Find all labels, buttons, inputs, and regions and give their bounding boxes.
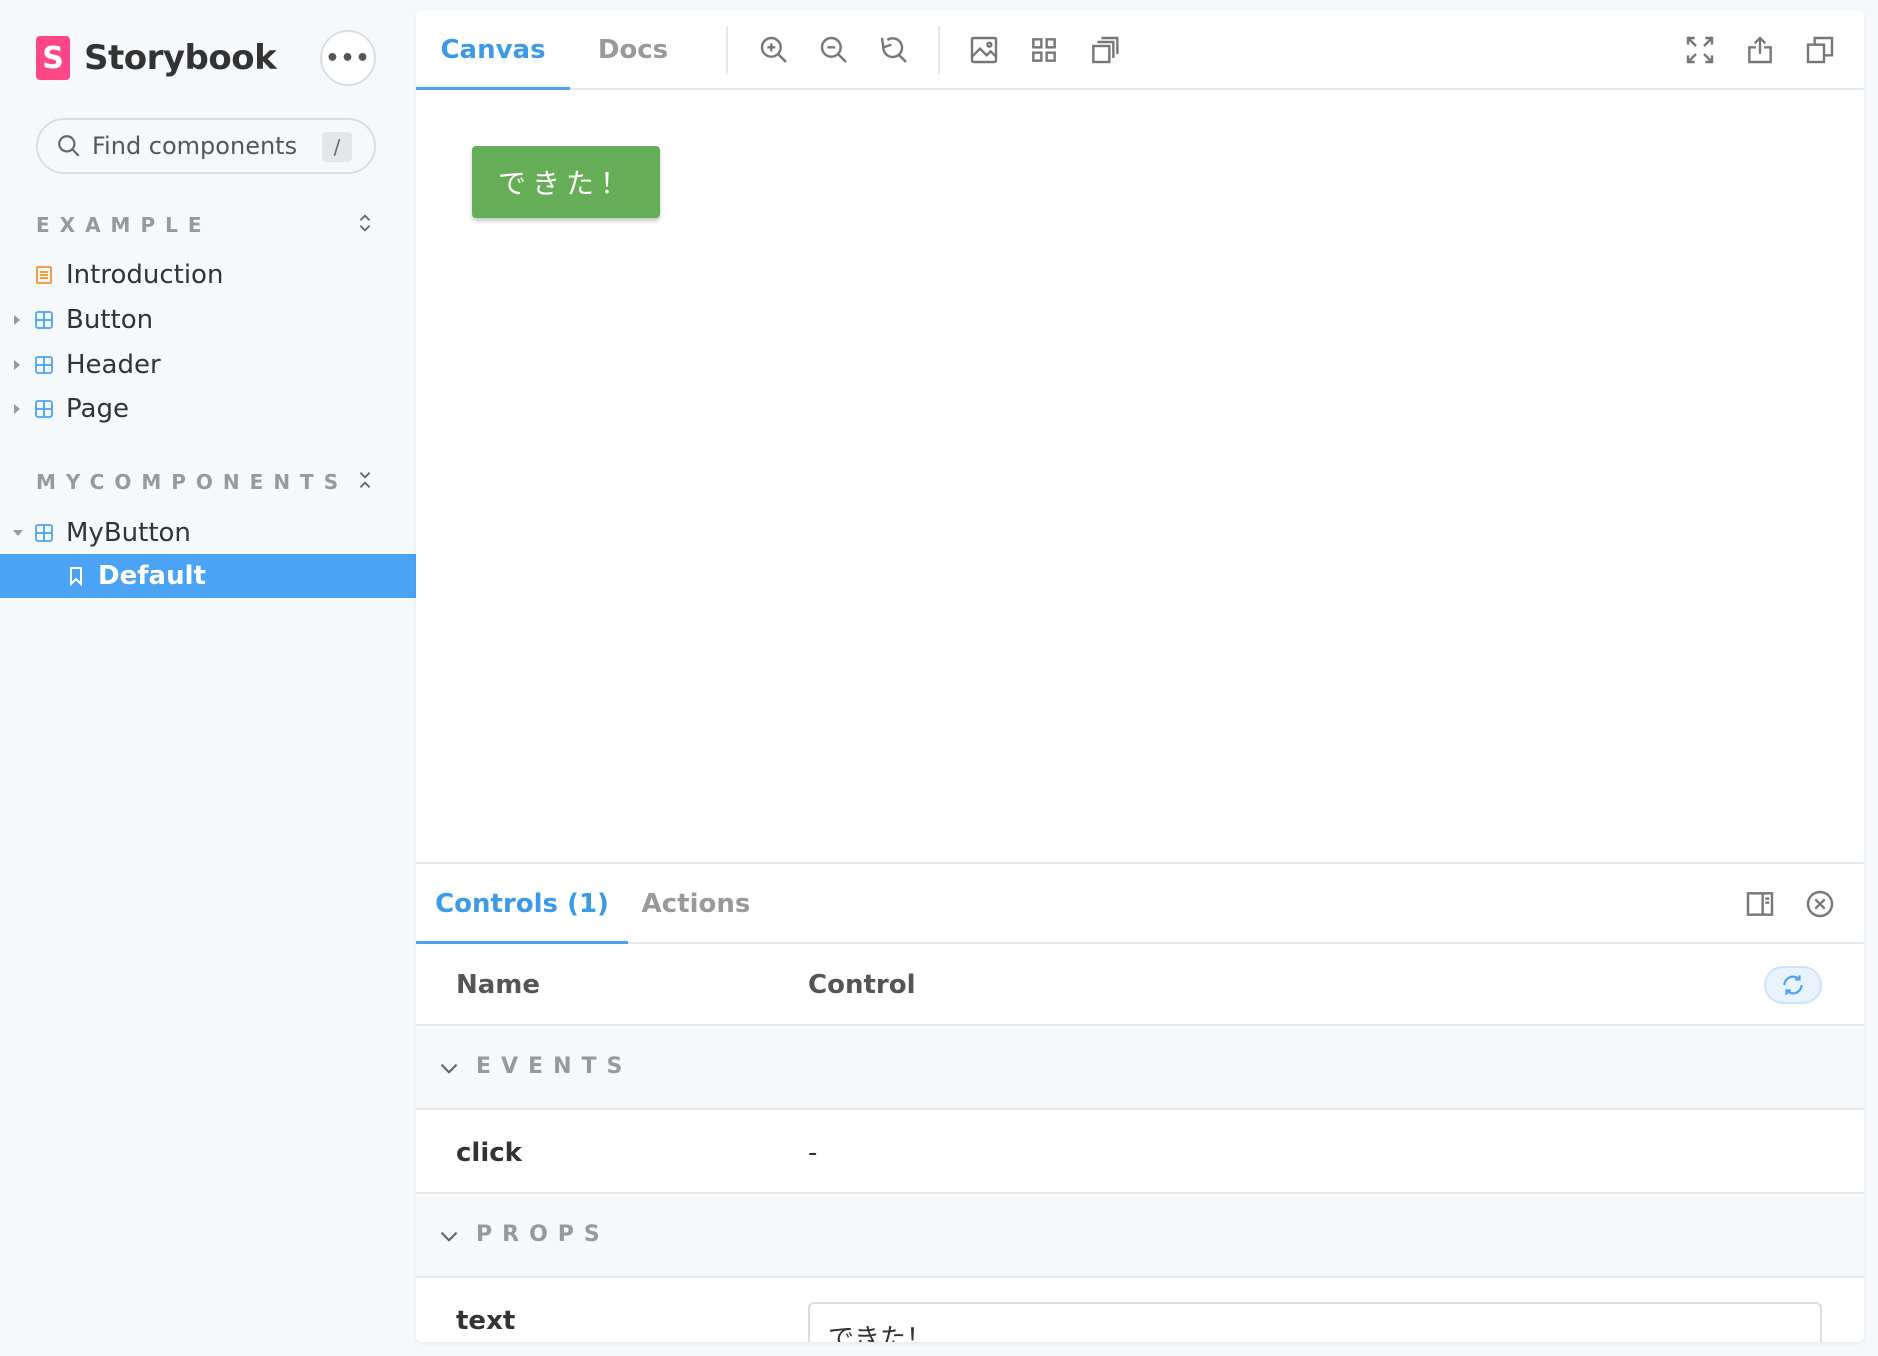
section-title: PROPS <box>476 1222 610 1247</box>
section-events[interactable]: EVENTS <box>416 1028 1864 1110</box>
chevron-down-icon[interactable] <box>436 1224 462 1250</box>
caret-down-icon[interactable] <box>13 530 23 536</box>
toolbar: Canvas Docs <box>416 10 1864 92</box>
group-header-mycomponents[interactable]: MYCOMPONENTS <box>36 467 376 497</box>
sidebar-item-default[interactable]: Default <box>0 554 416 598</box>
measure-icon[interactable] <box>1086 32 1122 68</box>
sidebar-item-label: Header <box>66 350 161 380</box>
table-row: click - <box>416 1112 1864 1194</box>
row-name: click <box>456 1138 522 1168</box>
bookmark-icon <box>70 567 82 586</box>
copy-icon[interactable] <box>1802 32 1838 68</box>
zoom-reset-icon[interactable] <box>876 32 912 68</box>
tab-canvas[interactable]: Canvas <box>416 10 570 92</box>
brand[interactable]: S Storybook <box>36 36 277 80</box>
component-icon <box>35 311 53 329</box>
caret-right-icon[interactable] <box>14 315 20 325</box>
zoom-out-icon[interactable] <box>816 32 852 68</box>
row-name: text <box>456 1306 516 1336</box>
expand-collapse-icon[interactable] <box>354 212 376 238</box>
document-icon <box>36 266 52 284</box>
component-icon <box>35 356 53 374</box>
share-icon[interactable] <box>1742 32 1778 68</box>
search-box[interactable]: / <box>36 118 376 174</box>
grid-icon[interactable] <box>1026 32 1062 68</box>
search-shortcut-badge: / <box>322 132 352 162</box>
sidebar-item-header[interactable]: Header <box>0 343 416 387</box>
sidebar-item-introduction[interactable]: Introduction <box>0 253 416 297</box>
brand-name: Storybook <box>84 38 277 78</box>
component-icon <box>35 400 53 418</box>
tab-controls[interactable]: Controls (1) <box>416 864 628 946</box>
panel-orientation-icon[interactable] <box>1742 886 1778 922</box>
section-title: EVENTS <box>476 1054 633 1079</box>
group-title: EXAMPLE <box>36 213 212 237</box>
toolbar-divider <box>726 26 728 74</box>
component-icon <box>35 524 53 542</box>
search-icon <box>58 135 80 157</box>
tab-actions[interactable]: Actions <box>628 864 764 944</box>
collapse-all-icon[interactable] <box>354 469 376 495</box>
text-control-input[interactable]: できた！ <box>808 1302 1822 1342</box>
controls-table-header: Name Control <box>416 944 1864 1026</box>
sync-icon <box>1783 975 1803 995</box>
reset-controls-button[interactable] <box>1764 966 1822 1004</box>
row-value: - <box>808 1138 818 1168</box>
tab-docs[interactable]: Docs <box>570 10 696 90</box>
fullscreen-icon[interactable] <box>1682 32 1718 68</box>
addons-tabbar: Controls (1) Actions <box>416 864 1864 946</box>
caret-right-icon[interactable] <box>14 404 20 414</box>
column-header-name: Name <box>456 970 541 1000</box>
zoom-in-icon[interactable] <box>756 32 792 68</box>
storybook-logo-icon: S <box>36 36 70 80</box>
preview-button[interactable]: できた！ <box>472 146 660 218</box>
section-props[interactable]: PROPS <box>416 1196 1864 1278</box>
group-title: MYCOMPONENTS <box>36 470 349 494</box>
sidebar-item-label: Introduction <box>66 260 224 290</box>
caret-right-icon[interactable] <box>14 360 20 370</box>
canvas-preview: できた！ <box>416 90 1864 870</box>
group-header-example[interactable]: EXAMPLE <box>36 210 376 240</box>
sidebar-item-mybutton[interactable]: MyButton <box>0 511 416 555</box>
background-icon[interactable] <box>966 32 1002 68</box>
toolbar-divider <box>938 26 940 74</box>
sidebar-item-label: Button <box>66 305 154 335</box>
sidebar-item-label: Page <box>66 394 129 424</box>
more-options-button[interactable]: ••• <box>320 30 376 86</box>
addons-panel: Controls (1) Actions Name Control EVENTS… <box>416 862 1864 1342</box>
table-row: text できた！ <box>416 1280 1864 1342</box>
close-panel-icon[interactable] <box>1802 886 1838 922</box>
sidebar-item-label: Default <box>98 561 206 591</box>
column-header-control: Control <box>808 970 916 1000</box>
chevron-down-icon[interactable] <box>436 1056 462 1082</box>
sidebar-item-label: MyButton <box>66 518 191 548</box>
main-panel: Canvas Docs できた！ Controls (1) Actions Na… <box>416 10 1864 1342</box>
sidebar-item-page[interactable]: Page <box>0 387 416 431</box>
sidebar: S Storybook ••• / EXAMPLE Introduction B… <box>0 0 416 1356</box>
search-input[interactable] <box>92 132 312 160</box>
sidebar-item-button[interactable]: Button <box>0 298 416 342</box>
